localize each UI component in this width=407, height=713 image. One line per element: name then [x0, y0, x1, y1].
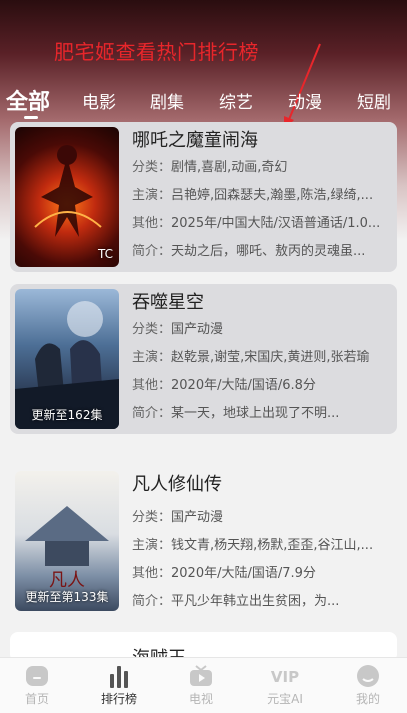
nav-ranking[interactable]: 排行榜 [84, 664, 154, 707]
poster-badge: TC [97, 247, 113, 261]
poster-badge: 更新至第133集 [25, 590, 109, 604]
nav-profile[interactable]: 我的 [333, 664, 403, 707]
tab-series[interactable]: 剧集 [150, 88, 184, 113]
item-other: 其他：2020年/大陆/国语/7.9分 [132, 566, 316, 581]
poster-image: 凡人 更新至第133集 [15, 471, 119, 611]
active-tab-indicator [24, 116, 38, 119]
svg-text:VIP: VIP [271, 668, 299, 686]
item-title[interactable]: 凡人修仙传 [132, 470, 222, 496]
nav-vip[interactable]: VIP 元宝AI [250, 664, 320, 707]
item-cast: 主演：吕艳婷,囧森瑟夫,瀚墨,陈浩,绿绮,... [132, 188, 374, 203]
tab-all[interactable]: 全部 [6, 84, 50, 116]
item-intro: 简介：天劫之后，哪吒、敖丙的灵魂虽... [132, 244, 366, 259]
item-intro: 简介：平凡少年韩立出生贫困，为... [132, 594, 340, 609]
tv-icon [190, 665, 212, 686]
item-intro: 简介：某一天，地球上出现了不明... [132, 406, 340, 421]
ranking-icon [110, 666, 128, 688]
poster-image: TC [15, 127, 119, 267]
home-icon [26, 666, 48, 686]
vip-icon: VIP [271, 668, 299, 686]
item-title[interactable]: 哪吒之魔童闹海 [132, 126, 258, 152]
item-other: 其他：2025年/中国大陆/汉语普通话/1.0... [132, 216, 381, 231]
tab-anime[interactable]: 动漫 [288, 88, 322, 113]
bottom-nav: 首页 排行榜 电视 VIP 元宝AI 我的 [0, 657, 407, 713]
poster-image: 更新至162集 [15, 289, 119, 429]
profile-icon [357, 665, 379, 687]
item-category: 分类：剧情,喜剧,动画,奇幻 [132, 160, 288, 175]
tab-short-drama[interactable]: 短剧 [357, 88, 391, 113]
list-item[interactable]: 更新至162集 吞噬星空 分类：国产动漫 主演：赵乾景,谢莹,宋国庆,黄进则,张… [10, 284, 397, 434]
item-title[interactable]: 吞噬星空 [132, 288, 204, 314]
tab-variety[interactable]: 综艺 [219, 88, 253, 113]
item-cast: 主演：钱文青,杨天翔,杨默,歪歪,谷江山,... [132, 538, 374, 553]
item-cast: 主演：赵乾景,谢莹,宋国庆,黄进则,张若瑜 [132, 350, 370, 365]
nav-home[interactable]: 首页 [2, 664, 72, 707]
item-other: 其他：2020年/大陆/国语/6.8分 [132, 378, 316, 393]
category-tabs: 全部 电影 剧集 综艺 动漫 短剧 [0, 82, 407, 122]
item-category: 分类：国产动漫 [132, 322, 224, 337]
annotation-text: 肥宅姬查看热门排行榜 [54, 40, 259, 64]
list-item[interactable]: TC 哪吒之魔童闹海 分类：剧情,喜剧,动画,奇幻 主演：吕艳婷,囧森瑟夫,瀚墨… [10, 122, 397, 272]
list-item[interactable]: 凡人 更新至第133集 凡人修仙传 分类：国产动漫 主演：钱文青,杨天翔,杨默,… [10, 466, 397, 616]
tab-movies[interactable]: 电影 [82, 88, 116, 113]
item-category: 分类：国产动漫 [132, 510, 224, 525]
poster-badge: 更新至162集 [31, 408, 103, 422]
nav-tv[interactable]: 电视 [166, 664, 236, 707]
